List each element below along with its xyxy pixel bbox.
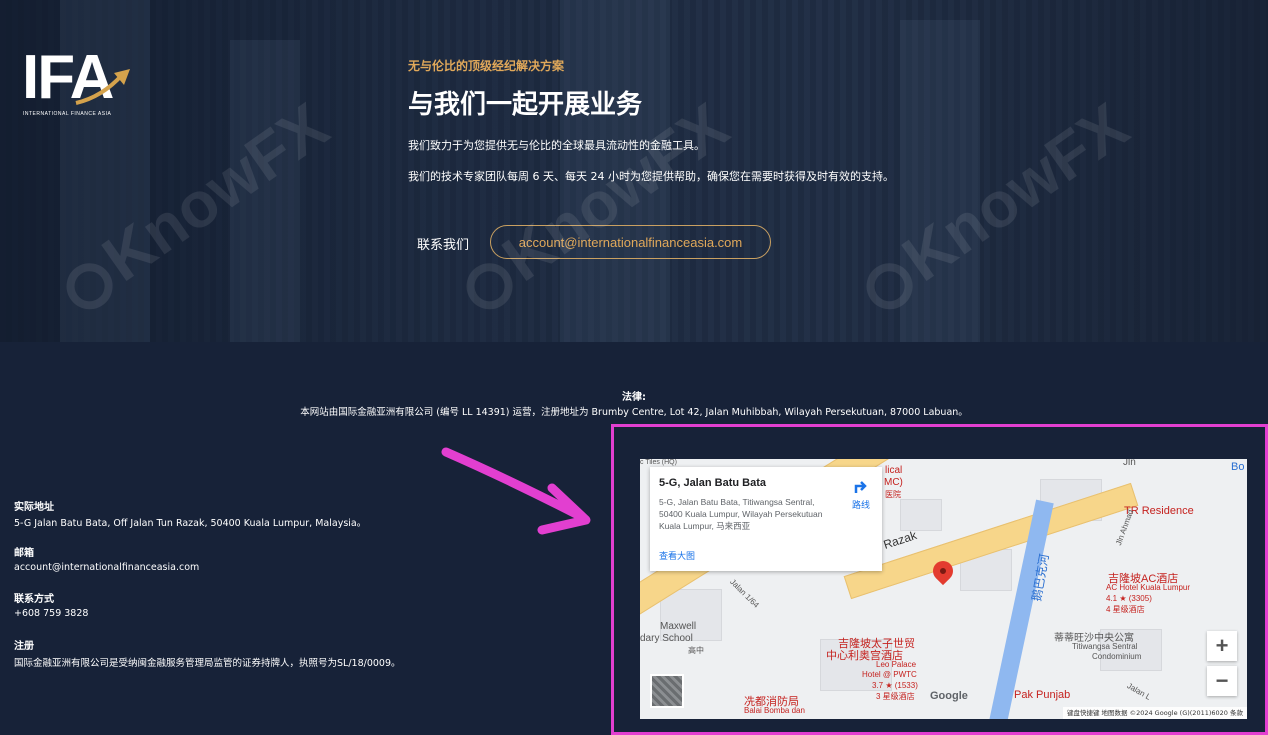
place-info-card: 5-G, Jalan Batu Bata 5-G, Jalan Batu Bat… bbox=[650, 467, 882, 571]
contact-email-button[interactable]: account@internationalfinanceasia.com bbox=[490, 225, 771, 259]
google-logo: Google bbox=[930, 690, 968, 702]
place-title: 5-G, Jalan Batu Bata bbox=[659, 477, 766, 489]
logo-arrow-icon bbox=[75, 69, 130, 105]
hero-paragraph-1: 我们致力于为您提供无与伦比的全球最具流动性的金融工具。 bbox=[408, 139, 705, 152]
zoom-out-button[interactable]: − bbox=[1207, 666, 1237, 696]
phone-text[interactable]: +608 759 3828 bbox=[14, 608, 88, 619]
map-attribution[interactable]: 键盘快捷键 地图数据 ©2024 Google (G)(2011)6020 条款 bbox=[1062, 707, 1247, 719]
background-tower bbox=[230, 40, 300, 342]
map-label: 医院 bbox=[885, 490, 901, 499]
map-label: AC Hotel Kuala Lumpur bbox=[1106, 583, 1191, 592]
background-tower bbox=[900, 20, 980, 342]
email-text[interactable]: account@internationalfinanceasia.com bbox=[14, 562, 199, 573]
map-label: 3.7 ★ (1533) bbox=[872, 681, 918, 690]
hero-eyebrow: 无与伦比的顶级经纪解决方案 bbox=[408, 59, 565, 73]
map-label: MC) bbox=[884, 477, 903, 488]
map-label: Razak bbox=[881, 528, 919, 552]
map-label: Hotel @ PWTC bbox=[862, 670, 917, 679]
map-label: Jalan 1/64 bbox=[728, 577, 761, 610]
map-label: Jalan L bbox=[1125, 681, 1153, 702]
embedded-map[interactable]: 5-G, Jalan Batu Bata 5-G, Jalan Batu Bat… bbox=[640, 459, 1247, 719]
map-label: Condominium bbox=[1092, 652, 1142, 661]
zoom-in-button[interactable]: + bbox=[1207, 631, 1237, 661]
legal-text: 本网站由国际金融亚洲有限公司 (编号 LL 14391) 运营，注册地址为 Br… bbox=[300, 407, 968, 418]
map-label: lical bbox=[885, 465, 903, 476]
map-label: 4 星级酒店 bbox=[1106, 605, 1145, 614]
address-text: 5-G Jalan Batu Bata, Off Jalan Tun Razak… bbox=[14, 518, 367, 529]
legal-title: 法律: bbox=[622, 392, 646, 403]
contact-label: 联系我们 bbox=[417, 238, 470, 253]
map-label: Pak Punjab bbox=[1014, 689, 1071, 701]
registration-text: 国际金融亚洲有限公司是受纳闽金融服务管理局监管的证券持牌人，执照号为SL/18/… bbox=[14, 658, 401, 669]
hero-paragraph-2: 我们的技术专家团队每周 6 天、每天 24 小时为您提供帮助，确保您在需要时获得… bbox=[408, 170, 894, 183]
logo-subtitle: INTERNATIONAL FINANCE ASIA bbox=[23, 111, 112, 117]
satellite-toggle-thumbnail[interactable] bbox=[650, 674, 684, 708]
map-label: dary School bbox=[640, 633, 693, 644]
hero-headline: 与我们一起开展业务 bbox=[408, 90, 643, 120]
address-title: 实际地址 bbox=[14, 502, 54, 513]
email-title: 邮箱 bbox=[14, 548, 34, 559]
map-label: Leo Palace bbox=[876, 660, 917, 669]
phone-title: 联系方式 bbox=[14, 594, 54, 605]
pink-arrow-annotation bbox=[441, 447, 591, 535]
map-label: 高中 bbox=[688, 646, 704, 655]
map-label: 4.1 ★ (3305) bbox=[1106, 594, 1152, 603]
view-larger-map-link[interactable]: 查看大图 bbox=[659, 549, 695, 562]
registration-title: 注册 bbox=[14, 641, 34, 652]
directions-icon bbox=[854, 481, 867, 493]
map-label: Balai Bomba dan bbox=[744, 706, 805, 715]
directions-button[interactable]: 路线 bbox=[846, 477, 876, 511]
map-label: 3 星级酒店 bbox=[876, 692, 915, 701]
map-label: Bo bbox=[1231, 461, 1245, 473]
map-label: Titiwangsa Sentral bbox=[1072, 642, 1138, 651]
map-label: Jln Ahmad bbox=[1114, 508, 1136, 547]
map-label: Jln bbox=[1123, 459, 1136, 468]
map-label: c Tiles (HQ) bbox=[640, 459, 677, 466]
place-address: 5-G, Jalan Batu Bata, Titiwangsa Sentral… bbox=[659, 497, 823, 531]
map-label: Maxwell bbox=[660, 621, 697, 632]
ifa-logo[interactable]: IFA INTERNATIONAL FINANCE ASIA bbox=[22, 45, 142, 120]
